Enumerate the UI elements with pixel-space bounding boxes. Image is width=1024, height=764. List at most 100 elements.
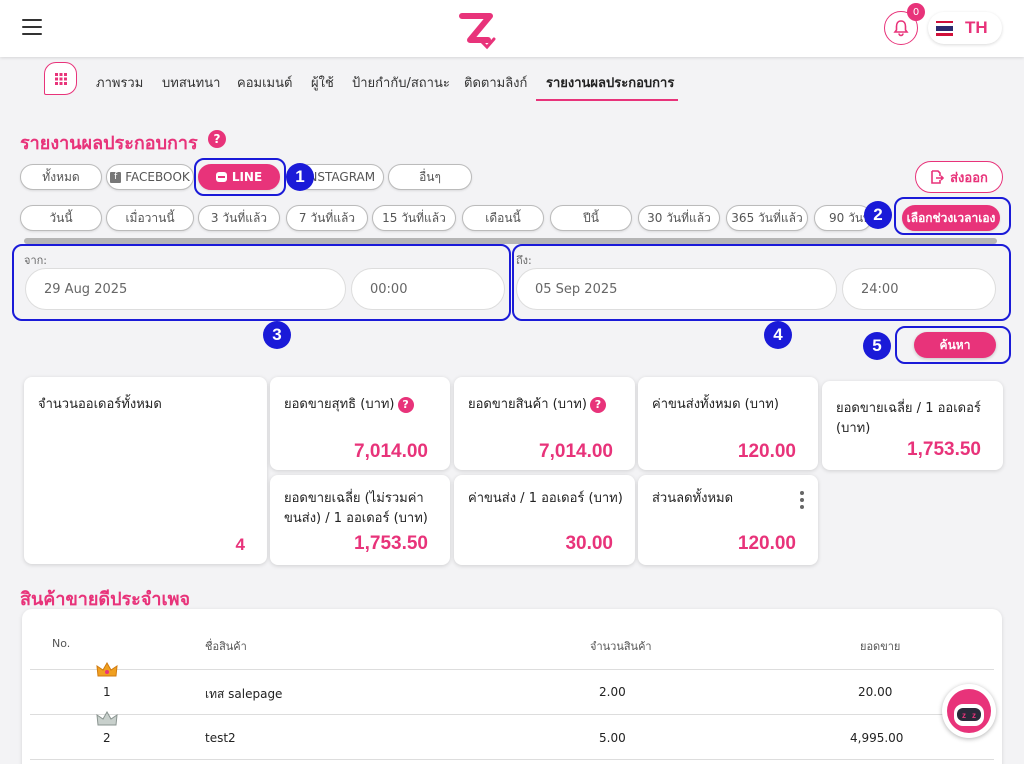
stat-label: ส่วนลดทั้งหมด [652,491,734,506]
to-label: ถึง: [516,254,532,267]
period-30-days[interactable]: 30 วันที่แล้ว [638,205,720,231]
export-icon [931,170,945,184]
tab-labels-status[interactable]: ป้ายกำกับ/สถานะ [352,72,450,93]
stat-label-text: ยอดขายสุทธิ (บาท) [284,397,395,412]
export-label: ส่งออก [950,170,988,186]
from-label: จาก: [24,254,47,267]
menu-icon[interactable] [22,19,42,37]
marker-5: 5 [863,332,891,360]
marker-1: 1 [286,163,314,191]
svg-text:z: z [962,711,966,720]
period-yesterday[interactable]: เมื่อวานนี้ [106,205,194,231]
stat-label: ยอดขายเฉลี่ย (ไม่รวมค่าขนส่ง) / 1 ออเดอร… [284,491,428,526]
top-bar [0,0,1024,57]
grid-icon [54,72,67,85]
period-today[interactable]: วันนี้ [20,205,102,231]
stat-value: 4 [235,535,245,554]
search-button[interactable]: ค้นหา [914,332,996,358]
stat-card-product-sales: ยอดขายสินค้า (บาท)? 7,014.00 [454,377,635,470]
table-divider [30,759,994,760]
facebook-icon: f [110,171,122,183]
active-tab-indicator [536,99,678,101]
chatbot-button[interactable]: z z [942,684,996,738]
table-cell-qty: 2.00 [599,685,626,699]
page-title: รายงานผลประกอบการ [20,133,198,154]
period-15-days[interactable]: 15 วันที่แล้ว [372,205,456,231]
stat-label: จำนวนออเดอร์ทั้งหมด [38,397,162,412]
gold-crown-icon [96,662,118,677]
language-label: TH [965,18,988,37]
table-cell-name: test2 [205,731,236,745]
tab-conversations[interactable]: บทสนทนา [162,72,220,93]
stat-value: 1,753.50 [354,533,428,554]
table-divider [30,714,994,715]
stat-value: 1,753.50 [907,439,981,460]
from-time-field[interactable]: 00:00 [351,268,505,310]
tab-comments[interactable]: คอมเมนต์ [237,72,292,93]
period-90-days[interactable]: 90 วันที่แล้ว [814,205,872,231]
custom-range-button[interactable]: เลือกช่วงเวลาเอง [902,205,1000,231]
silver-crown-icon [96,711,118,726]
to-time-field[interactable]: 24:00 [842,268,996,310]
thai-flag-icon [936,20,953,36]
tab-users[interactable]: ผู้ใช้ [311,72,334,93]
help-icon[interactable]: ? [589,396,606,413]
stat-card-net-sales: ยอดขายสุทธิ (บาท)? 7,014.00 [270,377,450,470]
channel-facebook-label: FACEBOOK [125,170,190,184]
tab-link-tracking[interactable]: ติดตามลิงก์ [464,72,527,93]
table-cell-sales: 4,995.00 [850,731,904,745]
stat-label-text: ยอดขายสินค้า (บาท) [468,397,587,412]
period-7-days[interactable]: 7 วันที่แล้ว [286,205,368,231]
channel-other[interactable]: อื่นๆ [388,164,472,190]
help-icon[interactable]: ? [208,130,226,148]
tab-performance-report[interactable]: รายงานผลประกอบการ [546,72,674,93]
apps-grid-button[interactable] [44,62,77,95]
marker-2: 2 [864,201,892,229]
from-date-field[interactable]: 29 Aug 2025 [25,268,346,310]
to-date-field[interactable]: 05 Sep 2025 [516,268,837,310]
stat-card-avg-sales: ยอดขายเฉลี่ย / 1 ออเดอร์ (บาท) 1,753.50 [822,381,1003,470]
bell-icon [893,20,909,37]
table-cell-sales: 20.00 [858,685,893,699]
stat-value: 7,014.00 [539,441,613,462]
channel-line-label: LINE [231,170,263,184]
column-header-sales: ยอดขาย [860,640,901,653]
stat-value: 120.00 [737,533,796,554]
stat-label: ค่าขนส่ง / 1 ออเดอร์ (บาท) [468,491,623,506]
svg-text:z: z [972,711,976,720]
robot-icon: z z [947,689,991,733]
zwiz-logo [459,13,496,50]
column-header-product-name: ชื่อสินค้า [205,640,247,653]
stat-card-total-orders: จำนวนออเดอร์ทั้งหมด 4 [24,377,267,564]
stat-card-avg-sales-ex-shipping: ยอดขายเฉลี่ย (ไม่รวมค่าขนส่ง) / 1 ออเดอร… [270,475,450,565]
stat-label: ยอดขายสุทธิ (บาท)? [284,395,414,415]
stat-value: 7,014.00 [354,441,428,462]
stat-value: 30.00 [565,533,613,554]
stat-card-total-shipping: ค่าขนส่งทั้งหมด (บาท) 120.00 [638,377,818,470]
stat-card-avg-shipping: ค่าขนส่ง / 1 ออเดอร์ (บาท) 30.00 [454,475,635,565]
line-icon [215,172,227,182]
channel-facebook[interactable]: f FACEBOOK [106,164,194,190]
channel-all[interactable]: ทั้งหมด [20,164,102,190]
export-button[interactable]: ส่งออก [915,161,1003,193]
period-this-year[interactable]: ปีนี้ [550,205,632,231]
period-3-days[interactable]: 3 วันที่แล้ว [198,205,280,231]
stat-label: ยอดขายเฉลี่ย / 1 ออเดอร์ (บาท) [836,401,981,436]
table-cell-no: 1 [103,685,111,699]
period-365-days[interactable]: 365 วันที่แล้ว [726,205,808,231]
channel-line[interactable]: LINE [198,164,280,190]
column-header-no: No. [52,637,71,650]
period-scrollbar[interactable] [24,238,997,244]
language-switcher[interactable]: TH [928,12,1002,44]
more-options-icon[interactable] [800,491,804,512]
notification-badge: 0 [907,3,925,21]
stat-label: ยอดขายสินค้า (บาท)? [468,395,606,415]
marker-3: 3 [263,321,291,349]
period-this-month[interactable]: เดือนนี้ [462,205,544,231]
stat-value: 120.00 [737,441,796,462]
table-cell-qty: 5.00 [599,731,626,745]
tab-overview[interactable]: ภาพรวม [96,72,143,93]
help-icon[interactable]: ? [397,396,414,413]
table-cell-name: เทส salepage [205,687,283,701]
table-cell-no: 2 [103,731,111,745]
